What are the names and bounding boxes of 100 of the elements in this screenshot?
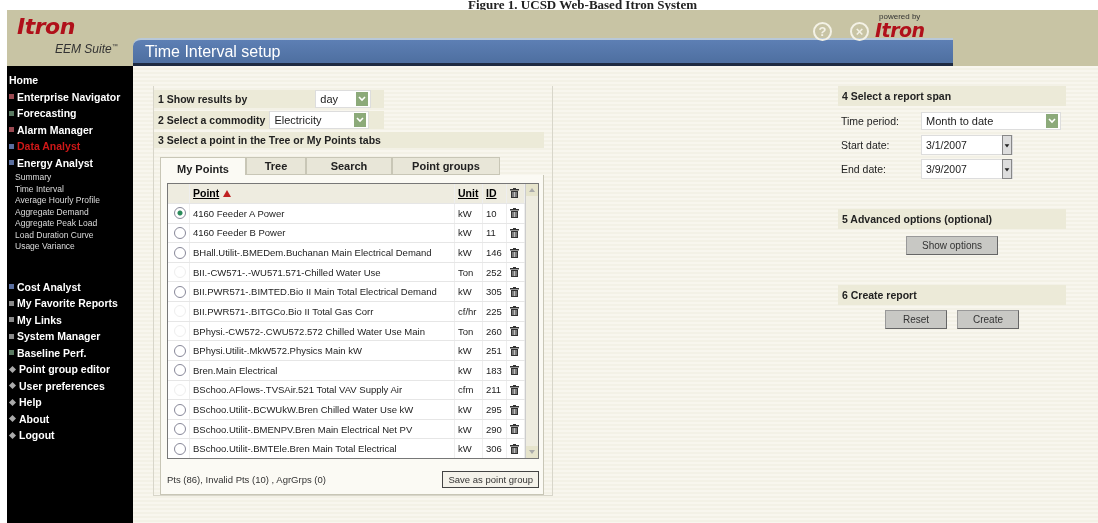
sidebar-item[interactable]: Energy Analyst — [17, 156, 94, 169]
sidebar-subitem[interactable]: Aggregate Demand — [15, 206, 133, 218]
trash-icon[interactable] — [510, 227, 519, 238]
radio-button[interactable] — [174, 442, 186, 455]
sidebar-item[interactable]: Enterprise Navigator — [17, 90, 121, 103]
table-cell: 146 — [486, 247, 502, 258]
tab[interactable]: My Points — [160, 157, 246, 175]
field-label: Time period: — [841, 115, 900, 127]
trash-icon[interactable] — [510, 188, 519, 199]
radio-button[interactable] — [174, 226, 186, 239]
radio-button[interactable] — [174, 207, 186, 220]
radio-button[interactable] — [174, 364, 186, 377]
date-field[interactable]: 3/1/2007 — [921, 135, 1013, 155]
scroll-up-icon[interactable] — [526, 184, 538, 196]
table-cell: kW — [458, 286, 472, 298]
points-summary: Pts (86), Invalid Pts (10) , AgrGrps (0) — [167, 474, 326, 485]
table-cell: 260 — [486, 325, 502, 337]
create-button[interactable]: Create — [957, 310, 1019, 329]
table-cell: kW — [458, 227, 472, 239]
table-cell: Bren.Main Electrical — [193, 364, 278, 376]
sidebar-item[interactable]: Alarm Manager — [17, 123, 93, 136]
radio-button[interactable] — [174, 423, 186, 436]
sidebar-item[interactable]: Home — [9, 74, 39, 87]
trash-icon[interactable] — [510, 267, 519, 278]
table-cell: 252 — [486, 266, 502, 278]
sidebar-subitem[interactable]: Average Hourly Profile — [15, 195, 133, 207]
trash-icon[interactable] — [510, 404, 519, 415]
sidebar-subitem[interactable]: Aggregate Peak Load — [15, 218, 133, 230]
sidebar-subitem[interactable]: Load Duration Curve — [15, 229, 133, 241]
step-label: 6 Create report — [841, 289, 917, 301]
time-period-select[interactable]: Month to date — [921, 112, 1061, 130]
tab[interactable]: Tree — [246, 157, 306, 175]
trash-icon[interactable] — [510, 424, 519, 435]
table-cell: cf/hr — [458, 305, 477, 317]
table-cell: 290 — [486, 423, 502, 435]
table-cell: kW — [458, 345, 472, 357]
sidebar-item[interactable]: My Favorite Reports — [17, 297, 118, 310]
sidebar-item[interactable]: Logout — [19, 429, 55, 442]
results-by-select[interactable]: day — [315, 90, 372, 108]
sidebar-item[interactable]: System Manager — [17, 330, 101, 343]
trash-icon[interactable] — [510, 326, 519, 336]
sidebar-item[interactable]: Data Analyst — [17, 140, 81, 153]
commodity-select[interactable]: Electricity — [269, 111, 370, 129]
step-label: 5 Advanced options (optional) — [841, 213, 993, 225]
sidebar-item[interactable]: Cost Analyst — [17, 280, 81, 293]
sidebar-subitem[interactable]: Usage Variance — [15, 241, 133, 253]
radio-button[interactable] — [174, 403, 186, 416]
sidebar-item[interactable]: Baseline Perf. — [17, 346, 87, 359]
table-cell: 295 — [486, 404, 502, 415]
table-cell: 4160 Feeder A Power — [193, 207, 285, 219]
table-cell: 11 — [486, 227, 496, 239]
radio-button[interactable] — [174, 285, 186, 298]
table-cell: 211 — [486, 384, 502, 396]
trash-icon[interactable] — [510, 208, 519, 219]
table-cell: 225 — [486, 305, 502, 317]
table-cell: kW — [458, 423, 472, 435]
date-field[interactable]: 3/9/2007 — [921, 159, 1013, 179]
trash-icon[interactable] — [510, 365, 519, 376]
table-cell: kW — [458, 364, 472, 376]
sidebar-item[interactable]: User preferences — [19, 379, 105, 392]
sidebar-item[interactable]: My Links — [17, 313, 62, 326]
table-cell: 10 — [486, 207, 497, 219]
tab[interactable]: Search — [306, 157, 392, 175]
sidebar-subitem[interactable]: Time Interval — [15, 183, 133, 195]
column-header[interactable]: Point — [193, 187, 220, 200]
sidebar-item[interactable]: Point group editor — [19, 363, 110, 376]
table-cell: 183 — [486, 364, 502, 376]
radio-button[interactable] — [174, 246, 186, 259]
trash-icon[interactable] — [510, 345, 519, 356]
trash-icon[interactable] — [510, 247, 519, 258]
powered-by-logo: powered by Itron — [875, 12, 925, 40]
tab[interactable]: Point groups — [392, 157, 500, 175]
step-label: 1 Show results by — [157, 93, 248, 105]
trash-icon[interactable] — [510, 384, 519, 395]
radio-button[interactable] — [174, 344, 186, 357]
trash-icon[interactable] — [510, 443, 519, 454]
show-options-button[interactable]: Show options — [906, 236, 998, 255]
table-cell: BII.PWR571-.BIMTED.Bio II Main Total Electrical Demand — [193, 286, 437, 298]
column-header[interactable]: Unit — [458, 187, 479, 200]
table-cell: kW — [458, 247, 472, 258]
table-cell: BPhysi.Utilit-.MkW572.Physics Main kW — [193, 345, 362, 357]
save-group-button[interactable]: Save as point group — [442, 471, 539, 488]
sidebar-subitem[interactable]: Summary — [15, 172, 133, 184]
page-title-bar: Time Interval setup — [133, 38, 953, 66]
sidebar-item[interactable]: Forecasting — [17, 107, 77, 120]
step-label: 3 Select a point in the Tree or My Points tabs — [157, 134, 381, 147]
sidebar-item[interactable]: About — [19, 412, 50, 425]
reset-button[interactable]: Reset — [885, 310, 947, 329]
table-cell: BSchoo.Utilit-.BMTEle.Bren Main Total Electrical — [193, 443, 397, 455]
scroll-down-icon[interactable] — [526, 446, 538, 458]
trash-icon[interactable] — [510, 306, 519, 317]
trash-icon[interactable] — [510, 286, 519, 297]
scrollbar[interactable] — [525, 184, 538, 458]
table-cell: Ton — [458, 325, 474, 337]
column-header[interactable]: ID — [486, 187, 497, 200]
field-label: Start date: — [841, 139, 891, 151]
logo: Itron EEM Suite$^{™}$ — [16, 13, 119, 58]
table-cell: 4160 Feeder B Power — [193, 227, 286, 239]
table-cell: Ton — [458, 266, 474, 278]
sidebar-item[interactable]: Help — [19, 396, 42, 409]
